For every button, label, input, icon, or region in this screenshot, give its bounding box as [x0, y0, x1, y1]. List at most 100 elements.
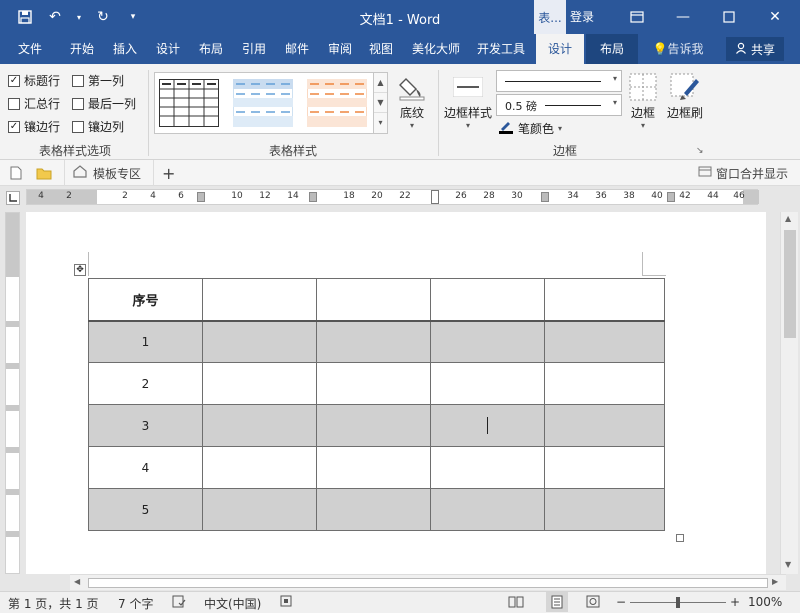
table-cell[interactable] [316, 488, 431, 531]
column-marker[interactable] [197, 192, 205, 202]
table-cell[interactable] [202, 320, 317, 363]
gallery-down-icon[interactable]: ▼ [374, 93, 387, 113]
table-cell[interactable]: 5 [88, 488, 203, 531]
tab-developer[interactable]: 开发工具 [470, 34, 532, 64]
zoom-slider-thumb[interactable] [676, 597, 680, 608]
table-cell[interactable] [316, 320, 431, 363]
minimize-icon[interactable]: — [660, 0, 706, 34]
context-tab-table-tools[interactable]: 表... [534, 0, 566, 34]
table-cell[interactable] [202, 404, 317, 447]
option-first-column[interactable]: 第一列 [72, 72, 124, 89]
tab-references[interactable]: 引用 [234, 34, 274, 64]
language-indicator[interactable]: 中文(中国) [204, 595, 261, 612]
tab-view[interactable]: 视图 [362, 34, 400, 64]
option-header-row[interactable]: ✓ 标题行 [8, 72, 60, 89]
document-table[interactable]: 序号 1 2 3 4 5 [88, 278, 665, 531]
table-cell[interactable]: 2 [88, 362, 203, 405]
table-cell[interactable] [430, 446, 545, 489]
zoom-level[interactable]: 100% [748, 595, 782, 609]
undo-icon[interactable]: ↶ [44, 6, 66, 28]
undo-dropdown-icon[interactable]: ▾ [74, 6, 84, 28]
gallery-scroll[interactable]: ▲ ▼ ▾ [373, 73, 387, 133]
table-cell[interactable] [202, 362, 317, 405]
table-cell[interactable] [430, 278, 545, 322]
tab-mailings[interactable]: 邮件 [278, 34, 316, 64]
save-icon[interactable] [14, 6, 36, 28]
document-area[interactable]: ✥ 序号 1 2 3 4 5 [26, 212, 780, 574]
pen-color-button[interactable]: 笔颜色 ▾ [498, 120, 562, 137]
column-marker[interactable] [309, 192, 317, 202]
table-cell[interactable] [544, 446, 665, 489]
table-cell[interactable] [544, 488, 665, 531]
pen-weight-select[interactable]: 0.5 磅 ▾ [496, 94, 622, 116]
column-marker[interactable] [541, 192, 549, 202]
table-resize-handle-icon[interactable] [676, 534, 684, 542]
tab-layout[interactable]: 布局 [192, 34, 230, 64]
table-cell[interactable] [430, 488, 545, 531]
share-button[interactable]: 共享 [726, 37, 784, 61]
borders-button[interactable]: 边框 ▾ [626, 70, 660, 130]
horizontal-scrollbar[interactable]: ◀ ▶ [70, 574, 786, 590]
gallery-up-icon[interactable]: ▲ [374, 73, 387, 93]
tab-stop-selector[interactable] [6, 191, 20, 205]
table-style-blue[interactable] [232, 78, 294, 128]
total-row-checkbox[interactable] [8, 97, 20, 110]
tab-insert[interactable]: 插入 [106, 34, 144, 64]
option-banded-rows[interactable]: ✓ 镶边行 [8, 118, 60, 135]
ribbon-display-icon[interactable] [614, 0, 660, 34]
window-merge-button[interactable]: 窗口合并显示 [698, 160, 788, 186]
column-marker[interactable] [667, 192, 675, 202]
table-cell[interactable] [316, 362, 431, 405]
document-page[interactable]: ✥ 序号 1 2 3 4 5 [26, 212, 766, 574]
vertical-ruler[interactable] [5, 212, 20, 574]
customize-qat-icon[interactable]: ▾ [122, 6, 144, 28]
table-cell[interactable]: 3 [88, 404, 203, 447]
add-tab-icon[interactable]: + [162, 160, 175, 186]
scroll-left-icon[interactable]: ◀ [74, 577, 80, 586]
table-style-plain[interactable] [158, 78, 220, 128]
table-cell[interactable]: 1 [88, 320, 203, 363]
banded-columns-checkbox[interactable] [72, 120, 84, 133]
indent-marker[interactable] [431, 190, 439, 204]
table-cell[interactable] [202, 488, 317, 531]
option-banded-columns[interactable]: 镶边列 [72, 118, 124, 135]
horizontal-scroll-thumb[interactable] [88, 578, 768, 588]
maximize-icon[interactable] [706, 0, 752, 34]
scroll-right-icon[interactable]: ▶ [772, 577, 778, 586]
option-last-column[interactable]: 最后一列 [72, 95, 136, 112]
table-cell[interactable] [316, 446, 431, 489]
last-column-checkbox[interactable] [72, 97, 84, 110]
page-count[interactable]: 第 1 页，共 1 页 [8, 595, 99, 612]
gallery-more-icon[interactable]: ▾ [374, 113, 387, 133]
tab-beautify-master[interactable]: 美化大师 [404, 34, 468, 64]
zoom-in-button[interactable]: + [730, 595, 740, 609]
print-layout-icon[interactable] [546, 592, 568, 612]
border-styles-button[interactable]: 边框样式 ▾ [442, 70, 494, 130]
table-move-handle-icon[interactable]: ✥ [74, 264, 86, 276]
banded-rows-checkbox[interactable]: ✓ [8, 120, 20, 133]
tab-file[interactable]: 文件 [8, 34, 52, 64]
word-count[interactable]: 7 个字 [118, 595, 153, 612]
table-cell[interactable] [316, 404, 431, 447]
close-icon[interactable]: ✕ [752, 0, 798, 34]
table-cell[interactable] [544, 362, 665, 405]
table-cell[interactable] [430, 320, 545, 363]
tab-home[interactable]: 开始 [62, 34, 102, 64]
web-layout-icon[interactable] [586, 595, 600, 611]
tab-table-layout[interactable]: 布局 [586, 34, 638, 64]
table-cell[interactable] [430, 362, 545, 405]
line-style-select[interactable]: ▾ [496, 70, 622, 92]
border-painter-button[interactable]: 边框刷 [664, 70, 706, 121]
table-header-cell[interactable]: 序号 [88, 278, 203, 322]
horizontal-ruler[interactable]: 4 2 2 4 6 10 12 14 18 20 22 26 28 30 34 … [26, 189, 759, 205]
tab-table-design[interactable]: 设计 [536, 34, 584, 64]
table-cell[interactable] [202, 446, 317, 489]
tab-review[interactable]: 审阅 [320, 34, 360, 64]
first-column-checkbox[interactable] [72, 74, 84, 87]
vertical-scrollbar[interactable]: ▲ ▼ [780, 212, 798, 574]
new-document-icon[interactable] [10, 160, 22, 186]
tell-me-search[interactable]: 💡告诉我 [646, 34, 710, 64]
table-cell[interactable] [544, 278, 665, 322]
vertical-scroll-thumb[interactable] [784, 230, 796, 338]
read-mode-icon[interactable] [508, 595, 524, 611]
